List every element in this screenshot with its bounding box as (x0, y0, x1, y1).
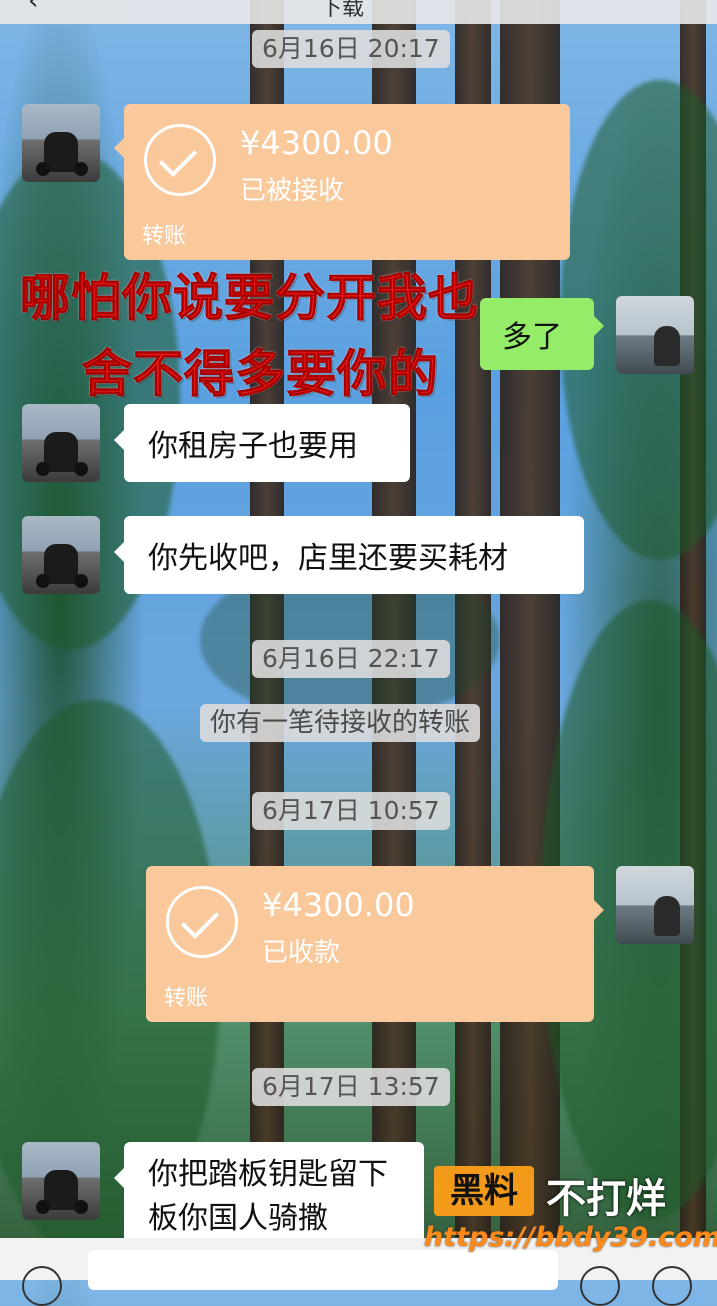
transfer-label: 转账 (164, 986, 209, 1011)
watermark-text: 不打烊 (546, 1176, 666, 1222)
timestamp: 6月16日 22:17 (252, 640, 450, 678)
transfer-amount: ¥4300.00 (262, 886, 415, 924)
sent-message[interactable]: 多了 (480, 298, 604, 370)
message-text-line1: 你把踏板钥匙留下 (148, 1157, 388, 1192)
message-input[interactable] (88, 1250, 558, 1290)
self-avatar[interactable] (616, 296, 694, 374)
self-avatar[interactable] (616, 866, 694, 944)
timestamp: 6月16日 20:17 (252, 30, 450, 68)
emoji-icon[interactable] (580, 1266, 620, 1306)
system-notice: 你有一笔待接收的转账 (200, 704, 481, 742)
timestamp: 6月17日 13:57 (252, 1068, 450, 1106)
message-text: 你先收吧，店里还要买耗材 (148, 541, 508, 576)
back-icon[interactable]: ‹ (28, 0, 38, 16)
message-text: 你租房子也要用 (148, 429, 358, 464)
transfer-amount: ¥4300.00 (240, 124, 393, 162)
watermark-url: https://bbdy39.com (424, 1222, 717, 1253)
check-icon (166, 886, 238, 958)
contact-avatar[interactable] (22, 516, 100, 594)
overlay-caption-line1: 哪怕你说要分开我也 (20, 269, 479, 328)
timestamp: 6月17日 10:57 (252, 792, 450, 830)
contact-avatar[interactable] (22, 1142, 100, 1220)
transfer-card[interactable]: ¥4300.00 已收款 转账 (146, 866, 604, 1022)
transfer-label: 转账 (142, 224, 187, 249)
contact-avatar[interactable] (22, 404, 100, 482)
received-message[interactable]: 你先收吧，店里还要买耗材 (114, 516, 584, 594)
message-text-line2: 板你国人骑撒 (148, 1201, 328, 1236)
chat-title: 下载 (320, 0, 365, 21)
received-message[interactable]: 你租房子也要用 (114, 404, 410, 482)
transfer-card[interactable]: ¥4300.00 已被接收 转账 (114, 104, 570, 260)
plus-icon[interactable] (652, 1266, 692, 1306)
overlay-caption-line2: 舍不得多要你的 (82, 345, 439, 404)
message-text: 多了 (502, 320, 562, 355)
watermark-logo: 黑料 (434, 1166, 534, 1216)
title-bar: ‹ 下载 (0, 0, 717, 24)
check-icon (144, 124, 216, 196)
transfer-status: 已收款 (262, 938, 341, 968)
contact-avatar[interactable] (22, 104, 100, 182)
voice-icon[interactable] (22, 1266, 62, 1306)
transfer-status: 已被接收 (240, 176, 345, 206)
received-message[interactable]: 你把踏板钥匙留下 板你国人骑撒 (114, 1142, 424, 1252)
